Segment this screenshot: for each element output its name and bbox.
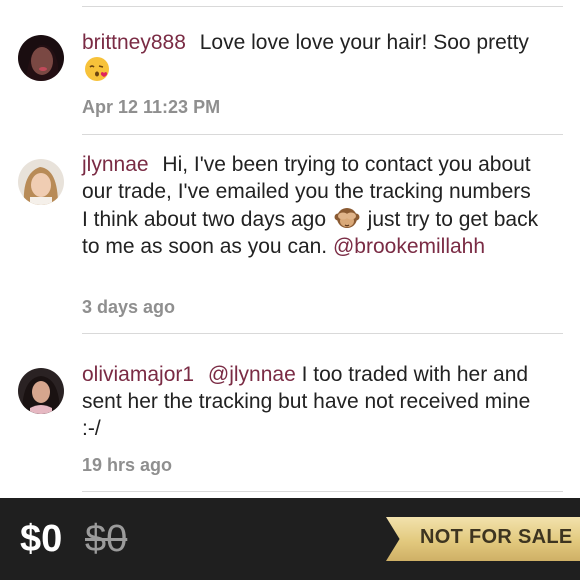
comment-username[interactable]: brittney888 <box>82 31 186 54</box>
listing-price-bar: $0 $0 NOT FOR SALE <box>0 498 580 580</box>
comment-text: jlynnae Hi, I've been trying to contact … <box>82 151 542 260</box>
comment-timestamp: 3 days ago <box>82 297 176 317</box>
comment-text: oliviamajor1 @jlynnae I too traded with … <box>82 361 542 442</box>
comment-divider <box>82 6 563 7</box>
status-badge-label: NOT FOR SALE <box>420 526 573 548</box>
comment-divider <box>82 134 563 135</box>
comment-mention[interactable]: @brookemillahh <box>333 235 485 258</box>
comment-timestamp: Apr 12 11:23 PM <box>82 97 221 117</box>
price: $0 <box>20 518 63 560</box>
avatar[interactable] <box>18 35 64 81</box>
avatar[interactable] <box>18 159 64 205</box>
original-price: $0 <box>85 518 128 560</box>
comment-body: Love love love your hair! Soo pretty <box>199 31 529 54</box>
comment-username[interactable]: jlynnae <box>82 153 149 176</box>
comment-mention[interactable]: @jlynnae <box>208 363 296 386</box>
comment-username[interactable]: oliviamajor1 <box>82 363 194 386</box>
avatar[interactable] <box>18 368 64 414</box>
comment-divider <box>82 333 563 334</box>
kissing-face-emoji-icon <box>84 56 110 82</box>
comment-divider <box>82 491 563 492</box>
comment-text: brittney888 Love love love your hair! So… <box>82 29 542 84</box>
see-no-evil-monkey-emoji-icon <box>334 205 360 231</box>
comment-timestamp: 19 hrs ago <box>82 455 173 475</box>
